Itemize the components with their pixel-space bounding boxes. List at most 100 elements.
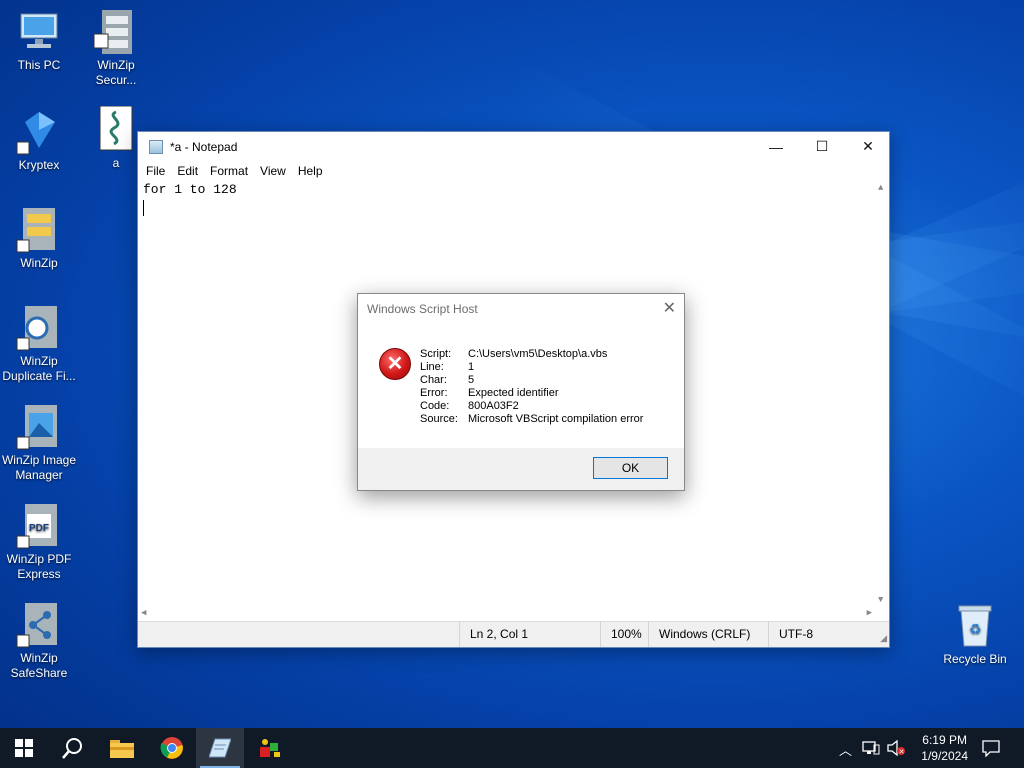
dialog-body: ✕ Script: C:\Users\vm5\Desktop\a.vbs Line…	[358, 324, 684, 448]
status-line-ending: Windows (CRLF)	[648, 622, 768, 647]
start-icon	[15, 739, 33, 757]
status-bar: Ln 2, Col 1 100% Windows (CRLF) UTF-8 ◢	[138, 621, 889, 647]
winzip-image-icon	[15, 403, 63, 451]
status-position: Ln 2, Col 1	[459, 622, 600, 647]
error-row-script: Script: C:\Users\vm5\Desktop\a.vbs	[420, 348, 643, 361]
desktop-icon-recycle-bin[interactable]: ♻ Recycle Bin	[936, 602, 1014, 667]
error-key: Error:	[420, 387, 448, 399]
desktop-icon-label: WinZip SafeShare	[10, 651, 68, 680]
winzip-secure-icon	[92, 8, 140, 56]
error-value: 1	[468, 361, 475, 373]
close-button[interactable]: ✕	[845, 132, 891, 161]
error-value: Microsoft VBScript compilation error	[468, 413, 644, 425]
kryptex-icon	[15, 108, 63, 156]
error-key: Source:	[420, 413, 458, 425]
taskbar: ︿ ✕ 6:19 PM 1/9/2024	[0, 728, 1024, 768]
taskbar-chrome[interactable]	[148, 728, 196, 768]
error-row-error: Error: Expected identifier	[420, 387, 643, 400]
minimize-button[interactable]: —	[753, 132, 799, 161]
desktop-icon-label: WinZip PDF Express	[6, 552, 72, 581]
desktop-icon-label: This PC	[17, 58, 61, 72]
vertical-scrollbar[interactable]: ▲ ▼	[875, 181, 889, 607]
desktop-icon-winzip-image[interactable]: WinZip Image Manager	[0, 403, 78, 483]
dialog-footer: OK	[358, 448, 684, 490]
volume-muted-icon[interactable]: ✕	[886, 739, 906, 759]
recycle-bin-icon: ♻	[951, 602, 999, 650]
menu-bar: File Edit Format View Help	[138, 161, 889, 181]
scroll-down-icon[interactable]: ▼	[878, 595, 883, 605]
scroll-left-icon[interactable]: ◀	[141, 608, 146, 618]
error-key: Script:	[420, 348, 452, 360]
menu-file[interactable]: File	[140, 164, 171, 178]
scroll-right-icon[interactable]: ▶	[867, 608, 872, 618]
desktop-icon-winzip-duplicate[interactable]: WinZip Duplicate Fi...	[0, 304, 78, 384]
status-zoom: 100%	[600, 622, 648, 647]
error-row-line: Line: 1	[420, 361, 643, 374]
desktop-icon-label: Kryptex	[18, 158, 60, 172]
search-icon	[62, 738, 82, 759]
desktop-icon-label: WinZip Secur...	[95, 58, 137, 87]
desktop-icon-label: WinZip	[20, 256, 58, 270]
window-title: *a - Notepad	[170, 139, 238, 154]
winzip-safeshare-icon	[15, 601, 63, 649]
error-row-code: Code: 800A03F2	[420, 400, 643, 413]
menu-edit[interactable]: Edit	[171, 164, 204, 178]
notification-icon[interactable]	[982, 739, 1000, 760]
search-button[interactable]	[48, 728, 96, 768]
computer-icon	[15, 8, 63, 56]
winzip-pdf-icon: PDF	[15, 502, 63, 550]
desktop-icon-this-pc[interactable]: This PC	[0, 8, 78, 73]
resize-grip-icon[interactable]: ◢	[880, 633, 887, 644]
menu-view[interactable]: View	[254, 164, 292, 178]
desktop-icon-kryptex[interactable]: Kryptex	[0, 108, 78, 173]
chrome-icon	[160, 737, 183, 759]
dialog-titlebar[interactable]: Windows Script Host ✕	[358, 294, 684, 324]
system-clock[interactable]: 6:19 PM 1/9/2024	[921, 732, 968, 764]
horizontal-scrollbar[interactable]: ◀ ▶	[138, 607, 875, 621]
error-row-char: Char: 5	[420, 374, 643, 387]
desktop-icon-label: WinZip Duplicate Fi...	[2, 354, 76, 383]
clock-time: 6:19 PM	[922, 733, 967, 747]
desktop-icon-winzip-safeshare[interactable]: WinZip SafeShare	[0, 601, 78, 681]
scroll-up-icon[interactable]: ▲	[878, 183, 883, 193]
text-caret	[143, 199, 144, 216]
dialog-title: Windows Script Host	[367, 302, 478, 316]
menu-format[interactable]: Format	[204, 164, 254, 178]
taskbar-notepad[interactable]	[196, 728, 244, 768]
error-value: Expected identifier	[468, 387, 559, 399]
menu-help[interactable]: Help	[292, 164, 329, 178]
chevron-up-icon[interactable]: ︿	[839, 740, 852, 759]
notepad-icon	[149, 139, 163, 154]
editor-line-2	[138, 199, 889, 217]
error-details: Script: C:\Users\vm5\Desktop\a.vbs Line: 1…	[420, 348, 643, 426]
taskbar-file-explorer[interactable]	[98, 728, 146, 768]
file-explorer-icon	[110, 740, 134, 758]
ok-button[interactable]: OK	[593, 457, 668, 479]
error-value: 800A03F2	[468, 400, 519, 412]
svg-text:♻: ♻	[969, 622, 982, 638]
desktop-icon-winzip-pdf[interactable]: PDF WinZip PDF Express	[0, 502, 78, 582]
notepad-titlebar[interactable]: *a - Notepad — ☐ ✕	[138, 132, 889, 161]
dialog-close-button[interactable]: ✕	[663, 294, 676, 324]
script-error-dialog[interactable]: Windows Script Host ✕ ✕ Script: C:\Users\…	[357, 293, 685, 491]
error-key: Char:	[420, 374, 447, 386]
desktop-icon-winzip-secure[interactable]: WinZip Secur...	[77, 8, 155, 88]
app-icon	[260, 739, 280, 757]
editor-line-1: for 1 to 128	[143, 182, 237, 197]
error-value: C:\Users\vm5\Desktop\a.vbs	[468, 348, 608, 360]
desktop-icon-winzip[interactable]: WinZip	[0, 206, 78, 271]
status-encoding: UTF-8	[768, 622, 878, 647]
maximize-button[interactable]: ☐	[799, 132, 845, 161]
svg-text:✕: ✕	[899, 748, 905, 756]
notepad-icon	[209, 738, 231, 758]
network-icon[interactable]	[862, 740, 880, 759]
winzip-icon	[15, 206, 63, 254]
vbscript-file-icon	[92, 105, 140, 154]
error-key: Line:	[420, 361, 444, 373]
winzip-duplicate-icon	[15, 304, 63, 352]
error-row-source: Source: Microsoft VBScript compilation er…	[420, 413, 643, 426]
start-button[interactable]	[0, 728, 48, 768]
error-icon: ✕	[379, 348, 411, 380]
taskbar-app[interactable]	[246, 728, 294, 768]
error-value: 5	[468, 374, 475, 386]
